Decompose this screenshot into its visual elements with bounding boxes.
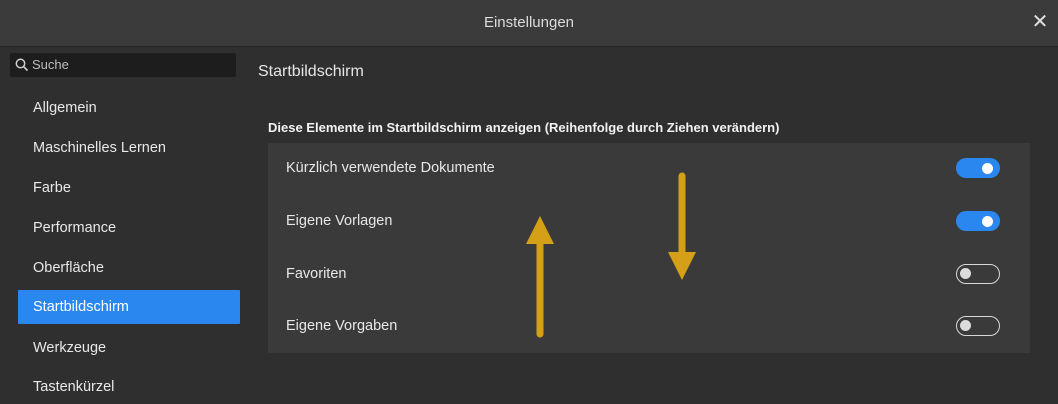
title-bar: Einstellungen ✕ (0, 0, 1058, 47)
sidebar-item-tastenkuerzel[interactable]: Tastenkürzel (18, 370, 240, 404)
sidebar: Suche Allgemein Maschinelles Lernen Farb… (0, 47, 248, 404)
toggle-knob (960, 267, 971, 279)
sidebar-item-oberflaeche[interactable]: Oberfläche (18, 251, 240, 285)
toggle-switch[interactable] (956, 316, 1000, 336)
list-item[interactable]: Favoriten (268, 249, 1030, 301)
sidebar-item-allgemein[interactable]: Allgemein (18, 91, 240, 125)
sidebar-item-startbildschirm[interactable]: Startbildschirm (18, 290, 240, 324)
list-item[interactable]: Kürzlich verwendete Dokumente (268, 143, 1030, 195)
settings-window: Einstellungen ✕ Suche Allgemein Maschine… (0, 0, 1058, 404)
toggle-switch[interactable] (956, 158, 1000, 178)
search-input[interactable]: Suche (10, 53, 236, 77)
sidebar-item-maschinelles-lernen[interactable]: Maschinelles Lernen (18, 131, 240, 165)
sidebar-item-performance[interactable]: Performance (18, 211, 240, 245)
list-item-label: Eigene Vorlagen (286, 213, 393, 229)
list-item-label: Favoriten (286, 266, 347, 282)
toggle-knob (982, 162, 993, 174)
toggle-knob (982, 215, 993, 227)
section-hint: Diese Elemente im Startbildschirm anzeig… (268, 120, 780, 135)
main-panel: Startbildschirm Diese Elemente im Startb… (248, 47, 1058, 404)
sidebar-item-werkzeuge[interactable]: Werkzeuge (18, 331, 240, 365)
list-item-label: Eigene Vorgaben (286, 318, 398, 334)
list-item[interactable]: Eigene Vorgaben (268, 301, 1030, 353)
page-title: Startbildschirm (258, 63, 364, 80)
search-placeholder: Suche (32, 57, 69, 72)
toggle-switch[interactable] (956, 264, 1000, 284)
toggle-knob (960, 319, 971, 331)
close-icon[interactable]: ✕ (1028, 10, 1052, 34)
list-item-label: Kürzlich verwendete Dokumente (286, 160, 495, 176)
startscreen-items-list: Kürzlich verwendete Dokumente Eigene Vor… (268, 143, 1030, 353)
toggle-switch[interactable] (956, 211, 1000, 231)
search-icon (15, 58, 29, 72)
list-item[interactable]: Eigene Vorlagen (268, 196, 1030, 248)
sidebar-item-farbe[interactable]: Farbe (18, 171, 240, 205)
window-title: Einstellungen (483, 14, 575, 31)
